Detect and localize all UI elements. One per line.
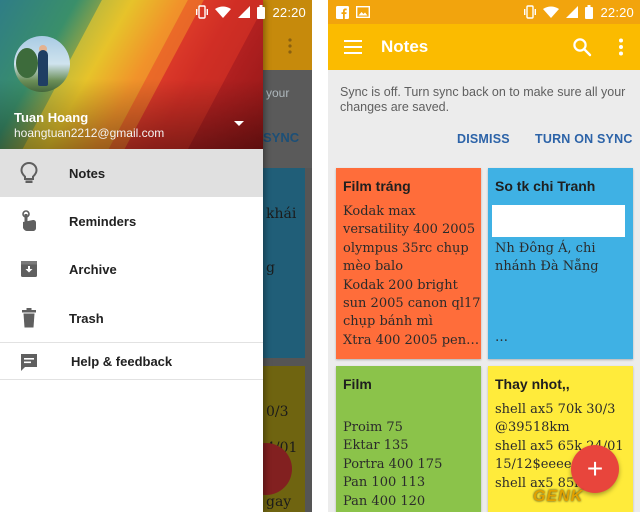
signal-icon (566, 6, 579, 18)
dimmed-text: your (266, 86, 290, 100)
dimmed-text: 0/3 (266, 404, 289, 420)
drawer-item-trash[interactable]: Trash (0, 294, 263, 342)
signal-icon (238, 6, 251, 18)
account-dropdown-icon[interactable] (234, 121, 244, 126)
note-title: So tk chi Tranh (495, 178, 596, 194)
drawer-item-label: Archive (69, 261, 117, 277)
divider (0, 379, 263, 380)
dimmed-more-icon (288, 38, 292, 54)
reminder-hand-icon (22, 210, 36, 231)
navigation-drawer: Tuan Hoang hoangtuan2212@gmail.com Notes… (0, 0, 263, 512)
note-card[interactable]: So tk chi Tranh Nh Đông Á, chi nhánh Đà … (488, 168, 633, 359)
dimmed-text: g (266, 260, 275, 276)
clock: 22:20 (272, 4, 306, 20)
drawer-item-label: Help & feedback (71, 353, 173, 369)
facebook-icon (336, 5, 349, 19)
drawer-item-label: Trash (69, 310, 104, 326)
status-bar: 22:20 (328, 0, 640, 24)
search-icon[interactable] (572, 37, 592, 57)
note-title: Film (343, 376, 372, 392)
vibrate-icon (524, 5, 537, 19)
archive-icon (21, 261, 37, 277)
wifi-icon (543, 6, 560, 18)
dimmed-text: gay (266, 494, 292, 510)
drawer-item-archive[interactable]: Archive (0, 245, 263, 293)
drawer-item-label: Reminders (69, 213, 137, 229)
drawer-item-reminders[interactable]: Reminders (0, 197, 263, 245)
note-image-placeholder (492, 205, 625, 237)
gallery-icon (356, 6, 370, 18)
dimmed-sync-text: SYNC (263, 130, 300, 145)
more-vert-icon[interactable] (618, 38, 624, 56)
turn-on-sync-button[interactable]: TURN ON SYNC (535, 132, 633, 146)
drawer-item-label: Notes (69, 165, 106, 181)
drawer-item-notes[interactable]: Notes (0, 149, 263, 197)
account-name: Tuan Hoang (14, 110, 89, 125)
battery-icon (257, 5, 266, 19)
account-email: hoangtuan2212@gmail.com (14, 126, 165, 140)
note-ellipsis: … (495, 330, 508, 345)
menu-icon[interactable] (344, 40, 362, 54)
note-title: Film tráng (343, 178, 411, 194)
lightbulb-icon (20, 161, 38, 183)
dimmed-text: khái (266, 206, 297, 222)
avatar[interactable] (14, 36, 70, 92)
battery-icon (585, 5, 594, 19)
left-screen: your SYNC khái g 0/3 4/01 gay Tuan Hoang… (0, 0, 312, 512)
note-card[interactable]: Film Proim 75 Ektar 135 Portra 400 175 P… (336, 366, 481, 512)
dimmed-sync-banner (263, 70, 312, 168)
status-bar: 22:20 (196, 0, 312, 24)
note-body: Proim 75 Ektar 135 Portra 400 175 Pan 10… (343, 420, 443, 509)
app-bar: Notes (328, 24, 640, 70)
drawer-item-help-feedback[interactable]: Help & feedback (0, 337, 263, 385)
wifi-icon (215, 6, 232, 18)
page-title: Notes (381, 37, 429, 56)
dismiss-button[interactable]: DISMISS (457, 132, 510, 146)
note-body: Kodak max versatility 400 2005 olympus 3… (343, 204, 481, 348)
add-note-button[interactable]: + (571, 445, 619, 493)
note-title: Thay nhot,, (495, 376, 570, 392)
clock: 22:20 (600, 4, 634, 20)
watermark-logo: GENK (533, 488, 584, 505)
vibrate-icon (196, 5, 209, 19)
trash-icon (22, 308, 36, 328)
note-body: Nh Đông Á, chi nhánh Đà Nẵng (495, 241, 599, 275)
right-screen: 22:20 Notes Sync is off. Turn sync back … (328, 0, 640, 512)
note-card[interactable]: Film tráng Kodak max versatility 400 200… (336, 168, 481, 359)
sync-banner: Sync is off. Turn sync back on to make s… (328, 70, 640, 160)
feedback-icon (21, 354, 37, 371)
sync-message: Sync is off. Turn sync back on to make s… (340, 85, 626, 114)
